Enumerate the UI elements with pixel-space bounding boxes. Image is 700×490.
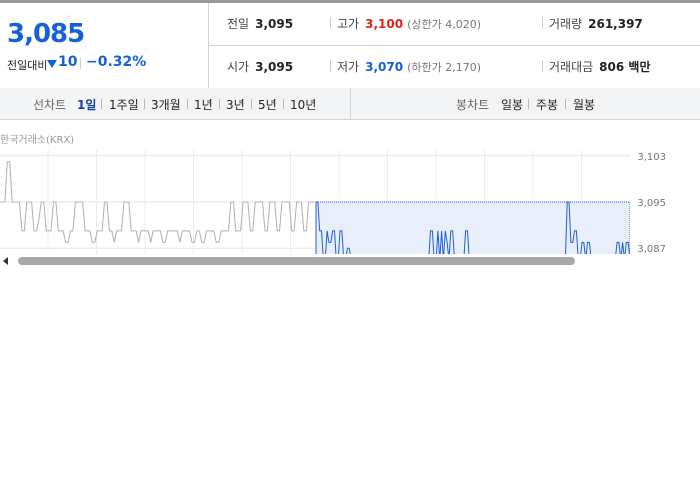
low-value: 3,070 [365,60,404,74]
current-price-box: 3,085 전일대비 10 −0.32% [0,3,209,88]
tab-1-week[interactable]: 1주일 [109,96,139,113]
tab-divider [187,99,188,109]
amount-value: 806 백만 [599,60,651,74]
volume-value: 261,397 [588,17,643,31]
stat-volume: 거래량 261,397 [549,15,643,32]
candle-chart-label: 봉차트 [456,98,490,112]
scroll-left-arrow-icon[interactable] [3,257,8,265]
tab-divider [283,99,284,109]
stat-prev-close: 전일 3,095 [227,15,293,32]
quote-panel: 3,085 전일대비 10 −0.32% 전일 3,095 고가 3,100 (상한가… [0,3,700,89]
change-percent: −0.32% [86,54,147,70]
tabs-divider [350,88,351,119]
stat-divider [330,60,331,72]
chart-period-tabs: 선차트 1일 1주일 3개월 1년 3년 5년 10년 봉차트 일봉 주봉 월봉 [0,88,700,120]
high-label: 고가 [337,17,360,31]
tab-daily-candle[interactable]: 일봉 [501,96,523,113]
tab-divider [528,99,529,109]
low-label: 저가 [337,60,360,74]
down-arrow-icon [47,60,57,68]
tab-1-day[interactable]: 1일 [77,96,96,113]
upper-limit: (상한가 4,020) [407,18,481,31]
tab-3-month[interactable]: 3개월 [151,96,181,113]
tab-1-year[interactable]: 1년 [194,96,213,113]
stat-amount: 거래대금 806 백만 [549,58,650,75]
today-area-fill [316,202,630,254]
high-value: 3,100 [365,17,404,31]
line-chart-label: 선차트 [33,98,67,112]
tab-divider [101,99,102,109]
tab-weekly-candle[interactable]: 주봉 [536,96,558,113]
volume-label: 거래량 [549,17,583,31]
tab-10-year[interactable]: 10년 [290,96,316,113]
tab-5-year[interactable]: 5년 [258,96,277,113]
chart-scrollbar[interactable] [0,254,700,268]
prev-close-value: 3,095 [255,17,294,31]
price-line-chart: 3,103 3,095 3,087 [0,150,666,254]
open-value: 3,095 [255,60,294,74]
change-value: 10 [58,54,78,70]
open-label: 시가 [227,60,250,74]
stat-open: 시가 3,095 [227,58,293,75]
stat-high: 고가 3,100 (상한가 4,020) [337,15,481,32]
y-tick-label: 3,103 [637,152,666,163]
tab-monthly-candle[interactable]: 월봉 [573,96,595,113]
stat-low: 저가 3,070 (하한가 2,170) [337,58,481,75]
tab-divider [144,99,145,109]
stats-row-2: 시가 3,095 저가 3,070 (하한가 2,170) 거래대금 806 백만 [209,46,700,88]
current-price: 3,085 [7,19,85,49]
stat-divider [542,17,543,29]
y-tick-label: 3,087 [637,244,666,254]
scroll-thumb[interactable] [18,257,575,265]
stat-divider [542,60,543,72]
tab-3-year[interactable]: 3년 [226,96,245,113]
prev-close-label: 전일 [227,17,250,31]
amount-label: 거래대금 [549,60,594,74]
tab-divider [251,99,252,109]
chart-source: 한국거래소(KRX) [0,135,75,146]
tab-divider [565,99,566,109]
tab-divider [219,99,220,109]
y-tick-label: 3,095 [637,198,666,209]
lower-limit: (하한가 2,170) [407,61,481,74]
change-divider [80,58,81,69]
stats-row-1: 전일 3,095 고가 3,100 (상한가 4,020) 거래량 261,397 [209,3,700,46]
stat-divider [330,17,331,29]
change-label: 전일대비 [7,59,48,72]
